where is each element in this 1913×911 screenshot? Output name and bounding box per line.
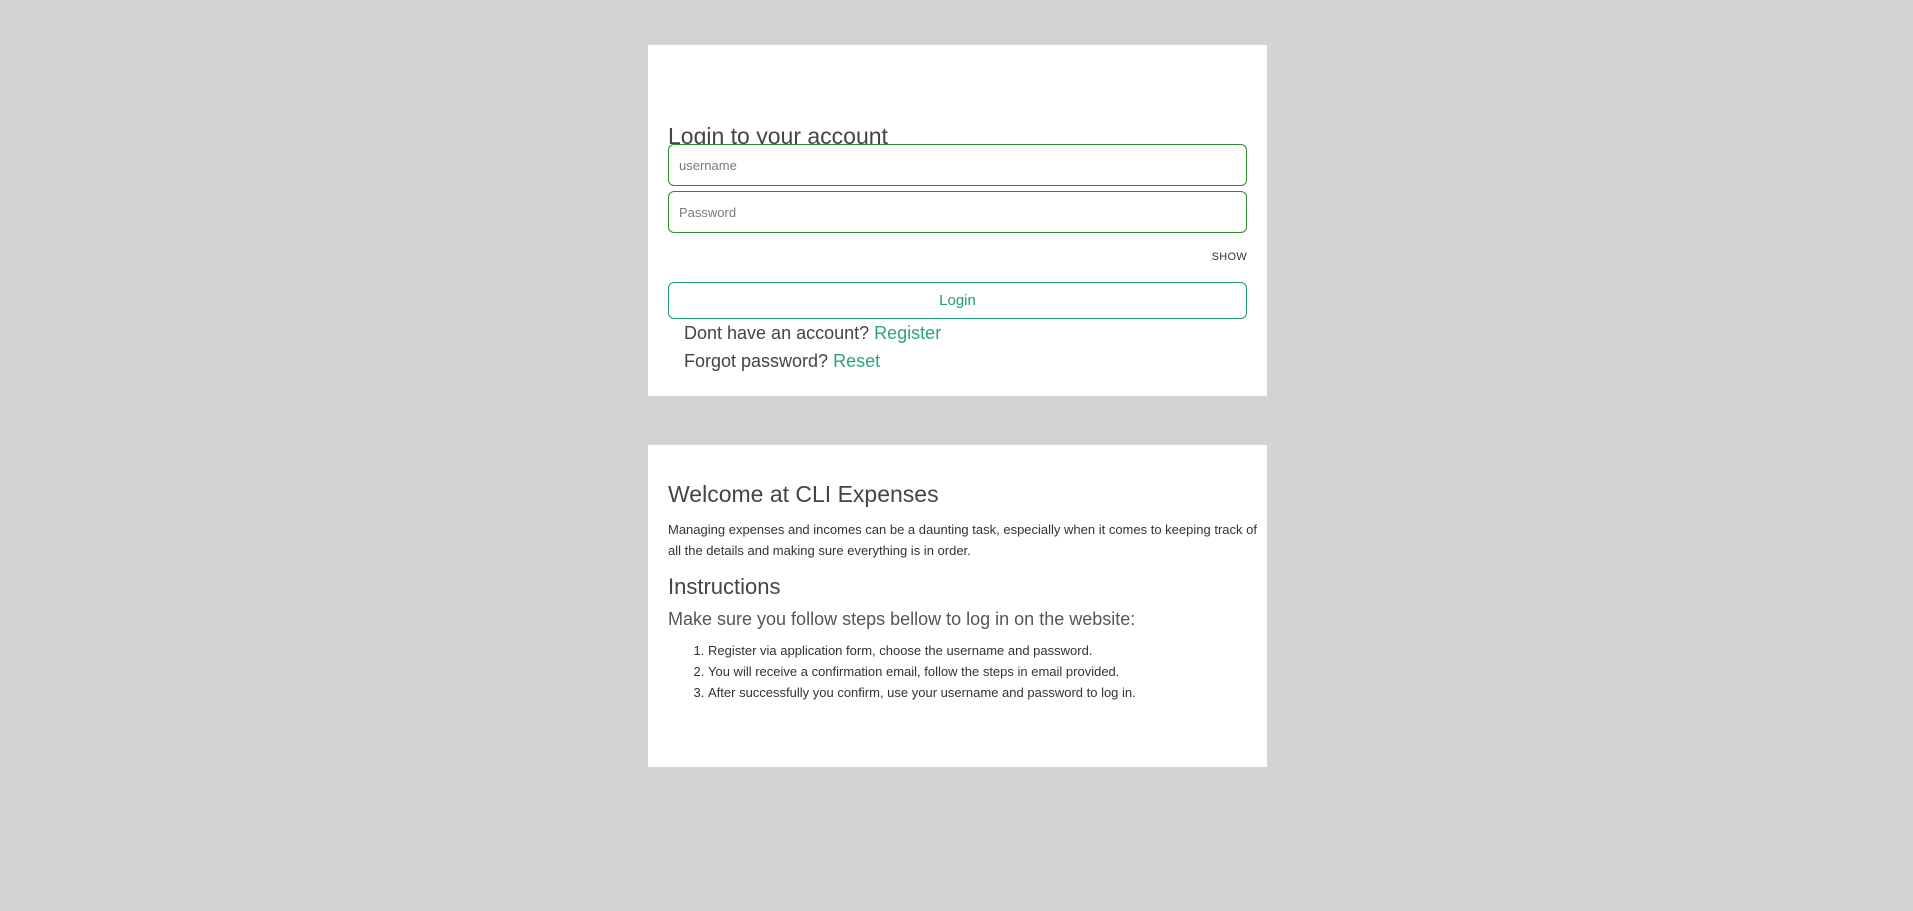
instruction-step: You will receive a confirmation email, f… — [708, 661, 1136, 682]
show-password-toggle[interactable]: SHOW — [1212, 251, 1247, 263]
register-link[interactable]: Register — [874, 323, 941, 343]
register-prompt-line: Dont have an account? Register — [684, 324, 941, 342]
instructions-subtitle: Make sure you follow steps bellow to log… — [668, 609, 1136, 629]
password-input[interactable] — [668, 191, 1247, 233]
login-card: Login to your account SHOW Login Dont ha… — [648, 45, 1267, 396]
username-input[interactable] — [668, 144, 1247, 186]
instructions-title: Instructions — [668, 574, 781, 599]
welcome-title: Welcome at CLI Expenses — [668, 481, 939, 507]
welcome-description: Managing expenses and incomes can be a d… — [668, 522, 1257, 558]
register-prompt-text: Dont have an account? — [684, 323, 870, 343]
instructions-steps-list: Register via application form, choose th… — [668, 640, 1136, 703]
forgot-password-line: Forgot password? Reset — [684, 352, 880, 370]
instruction-step: After successfully you confirm, use your… — [708, 682, 1136, 703]
reset-link[interactable]: Reset — [833, 351, 880, 371]
forgot-password-text: Forgot password? — [684, 351, 829, 371]
login-button[interactable]: Login — [668, 282, 1247, 319]
welcome-card: Welcome at CLI Expenses Managing expense… — [648, 445, 1267, 767]
instruction-step: Register via application form, choose th… — [708, 640, 1136, 661]
